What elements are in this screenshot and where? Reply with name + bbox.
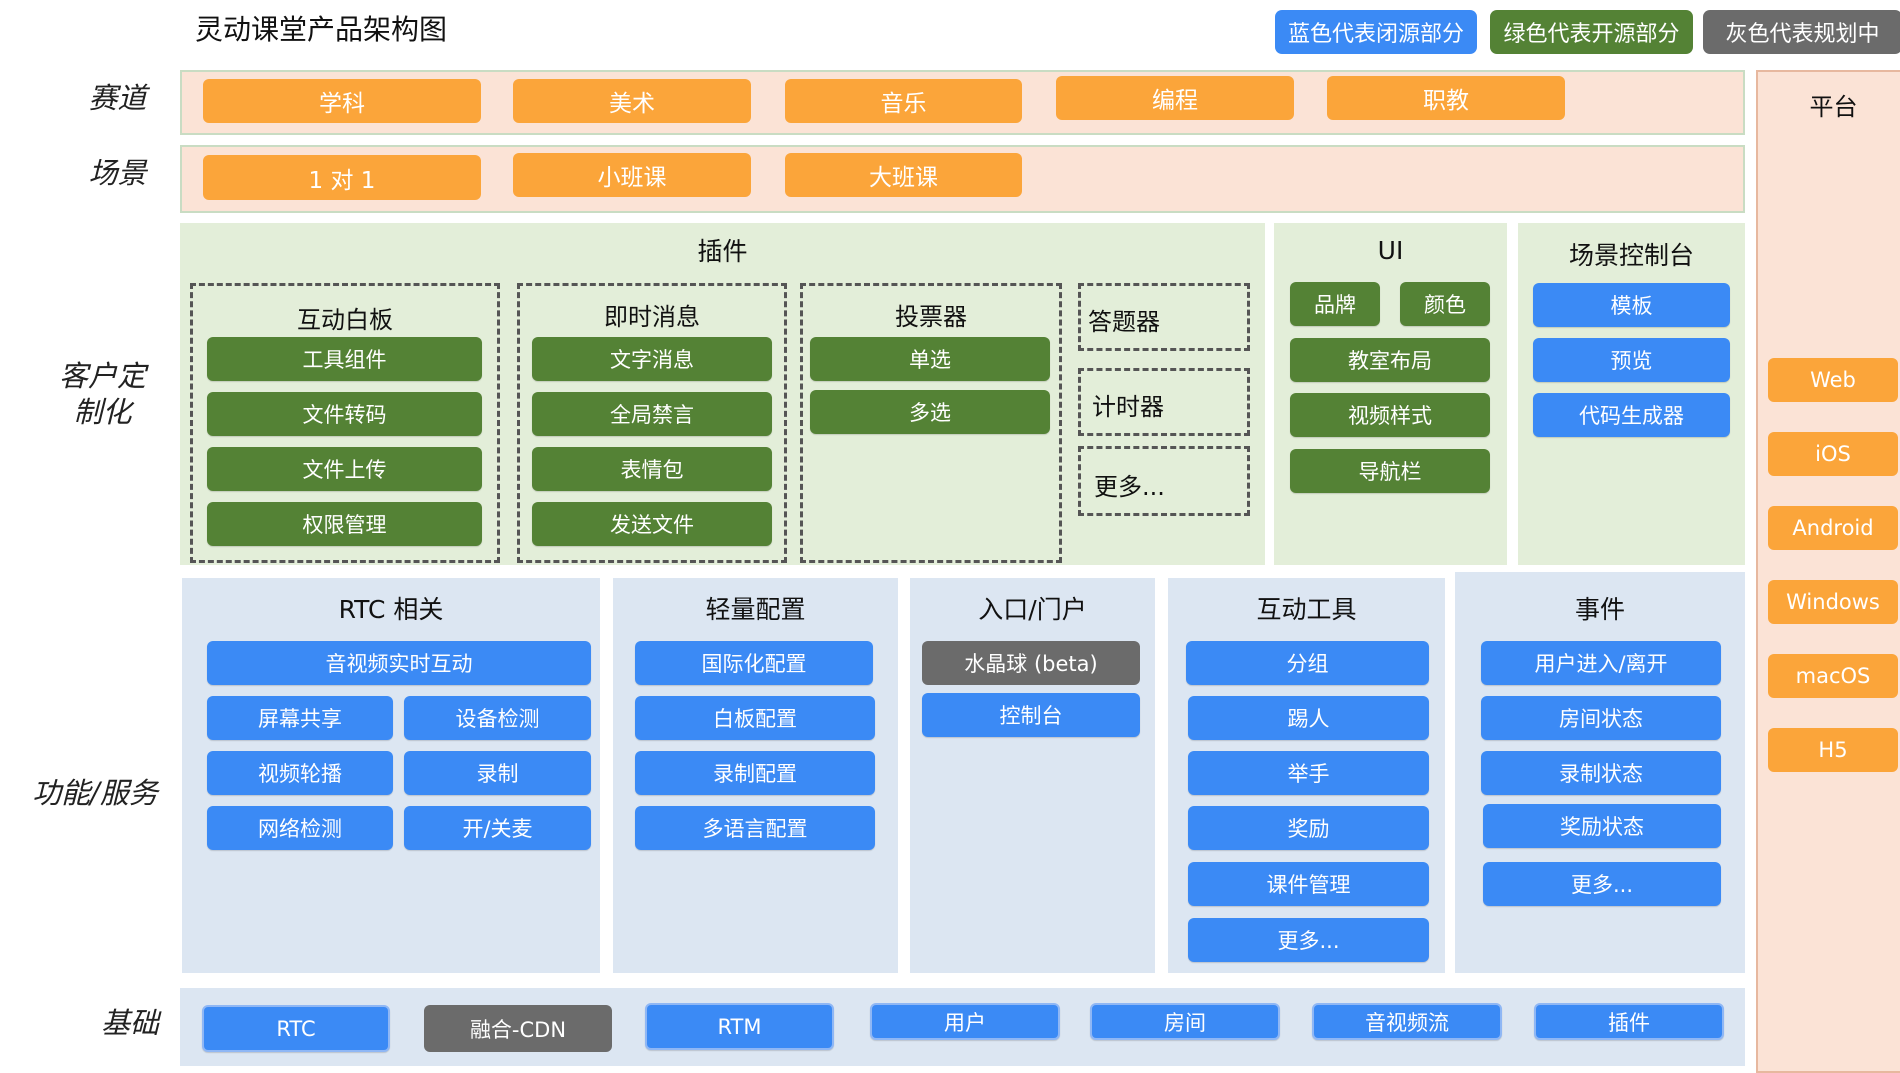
row-label-scene: 场景 <box>88 156 147 190</box>
entry-item-planned[interactable]: 水晶球 (beta) <box>922 641 1140 685</box>
timer-label: 计时器 <box>1092 393 1164 421</box>
ui-item[interactable]: 视频样式 <box>1290 393 1490 437</box>
quiz-label: 答题器 <box>1088 308 1160 336</box>
tools-item[interactable]: 分组 <box>1186 641 1429 685</box>
entry-item[interactable]: 控制台 <box>922 693 1140 737</box>
plugin-item[interactable]: 文件转码 <box>207 392 482 436</box>
tools-item[interactable]: 举手 <box>1188 751 1429 795</box>
plugins-title: 插件 <box>697 237 748 266</box>
base-item[interactable]: 房间 <box>1090 1003 1280 1040</box>
rtc-item[interactable]: 网络检测 <box>207 806 393 850</box>
whiteboard-title: 互动白板 <box>297 306 393 334</box>
plugin-item[interactable]: 多选 <box>810 390 1050 434</box>
scene-item[interactable]: 1 对 1 <box>203 155 481 200</box>
page-title: 灵动课堂产品架构图 <box>195 13 448 46</box>
scene-console-item[interactable]: 模板 <box>1533 283 1730 327</box>
plugins-more-label: 更多... <box>1094 473 1165 501</box>
platform-item[interactable]: macOS <box>1768 654 1898 698</box>
rtc-item[interactable]: 开/关麦 <box>404 806 591 850</box>
platform-item[interactable]: iOS <box>1768 432 1898 476</box>
events-item[interactable]: 用户进入/离开 <box>1481 641 1721 685</box>
events-item[interactable]: 更多... <box>1483 862 1721 906</box>
ui-item[interactable]: 教室布局 <box>1290 338 1490 382</box>
tools-item[interactable]: 课件管理 <box>1188 862 1429 906</box>
scene-item[interactable]: 小班课 <box>513 153 751 197</box>
plugin-item[interactable]: 全局禁言 <box>532 392 772 436</box>
row-label-service: 功能/服务 <box>32 776 158 810</box>
platform-title: 平台 <box>1809 93 1858 121</box>
platform-panel <box>1756 70 1900 1073</box>
plugin-item[interactable]: 单选 <box>810 337 1050 381</box>
base-item[interactable]: 音视频流 <box>1312 1003 1502 1040</box>
scene-console-item[interactable]: 代码生成器 <box>1533 393 1730 437</box>
entry-panel <box>910 578 1155 973</box>
platform-item[interactable]: Windows <box>1768 580 1898 624</box>
row-label-track: 赛道 <box>88 81 147 115</box>
ui-item[interactable]: 品牌 <box>1290 282 1380 326</box>
config-item[interactable]: 多语言配置 <box>635 806 875 850</box>
vote-title: 投票器 <box>895 303 967 331</box>
scene-console-item[interactable]: 预览 <box>1533 338 1730 382</box>
entry-title: 入口/门户 <box>978 595 1087 624</box>
track-item[interactable]: 编程 <box>1056 76 1294 120</box>
rtc-main-item[interactable]: 音视频实时互动 <box>207 641 591 685</box>
rtc-item[interactable]: 视频轮播 <box>207 751 393 795</box>
track-item[interactable]: 职教 <box>1327 76 1565 120</box>
rtc-item[interactable]: 录制 <box>404 751 591 795</box>
track-item[interactable]: 美术 <box>513 79 751 123</box>
ui-item[interactable]: 颜色 <box>1400 282 1490 326</box>
rtc-item[interactable]: 设备检测 <box>404 696 591 740</box>
platform-item[interactable]: Web <box>1768 358 1898 402</box>
plugin-item[interactable]: 发送文件 <box>532 502 772 546</box>
plugin-item[interactable]: 文字消息 <box>532 337 772 381</box>
base-item[interactable]: 用户 <box>870 1003 1060 1040</box>
base-item[interactable]: RTC <box>202 1005 390 1052</box>
legend-planned: 灰色代表规划中 <box>1703 10 1900 54</box>
config-item[interactable]: 白板配置 <box>635 696 875 740</box>
plugin-item[interactable]: 表情包 <box>532 447 772 491</box>
legend-closed-source: 蓝色代表闭源部分 <box>1275 10 1477 54</box>
config-title: 轻量配置 <box>705 595 806 624</box>
scene-console-title: 场景控制台 <box>1568 241 1694 270</box>
rtc-item[interactable]: 屏幕共享 <box>207 696 393 740</box>
track-item[interactable]: 学科 <box>203 79 481 123</box>
base-item-planned[interactable]: 融合-CDN <box>424 1005 612 1052</box>
events-title: 事件 <box>1574 595 1625 624</box>
im-title: 即时消息 <box>604 303 700 331</box>
events-item[interactable]: 奖励状态 <box>1483 804 1721 848</box>
plugin-item[interactable]: 工具组件 <box>207 337 482 381</box>
ui-item[interactable]: 导航栏 <box>1290 449 1490 493</box>
tools-item[interactable]: 更多... <box>1188 918 1429 962</box>
tools-item[interactable]: 奖励 <box>1188 806 1429 850</box>
tools-item[interactable]: 踢人 <box>1188 696 1429 740</box>
plugin-item[interactable]: 权限管理 <box>207 502 482 546</box>
events-item[interactable]: 录制状态 <box>1481 751 1721 795</box>
platform-item[interactable]: H5 <box>1768 728 1898 772</box>
row-label-base: 基础 <box>100 1006 159 1040</box>
rtc-title: RTC 相关 <box>338 595 444 624</box>
base-item[interactable]: RTM <box>645 1003 834 1050</box>
plugin-item[interactable]: 文件上传 <box>207 447 482 491</box>
row-label-custom: 客户定制化 <box>58 359 146 429</box>
config-item[interactable]: 国际化配置 <box>635 641 873 685</box>
scene-item[interactable]: 大班课 <box>785 153 1022 197</box>
tools-title: 互动工具 <box>1256 595 1357 624</box>
platform-item[interactable]: Android <box>1768 506 1898 550</box>
legend-open-source: 绿色代表开源部分 <box>1490 10 1693 54</box>
track-item[interactable]: 音乐 <box>785 79 1022 123</box>
config-item[interactable]: 录制配置 <box>635 751 875 795</box>
base-item[interactable]: 插件 <box>1534 1003 1724 1040</box>
events-item[interactable]: 房间状态 <box>1481 696 1721 740</box>
ui-title: UI <box>1377 236 1404 265</box>
